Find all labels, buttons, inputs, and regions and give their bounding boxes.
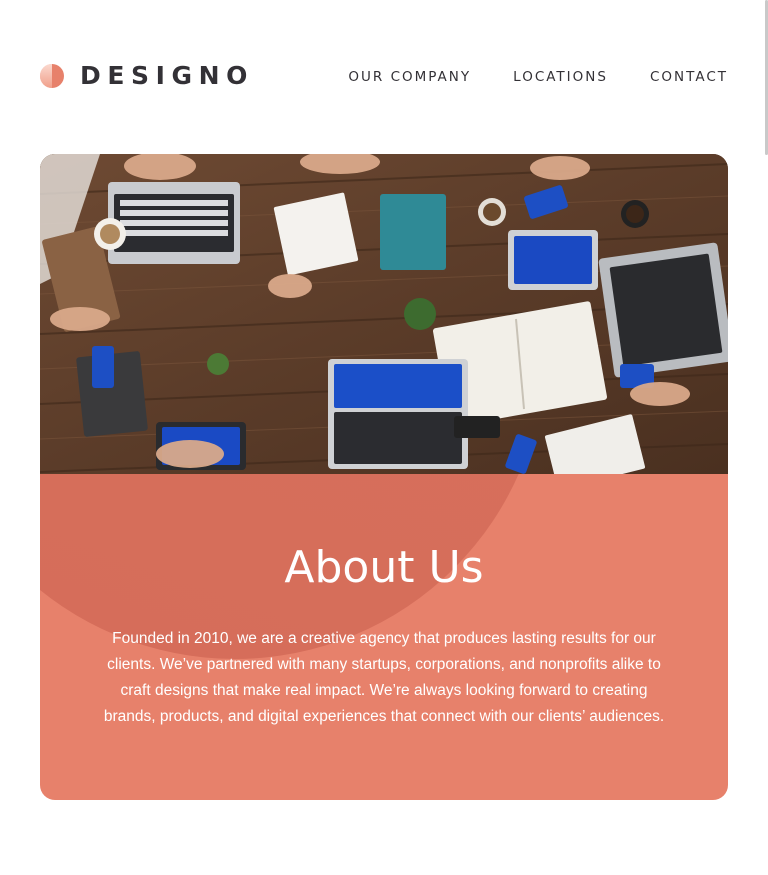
about-description: Founded in 2010, we are a creative agenc… [103,630,665,725]
team-meeting-photo [40,154,728,474]
logo-wordmark: DESIGNO [80,61,255,90]
main-nav: OUR COMPANY LOCATIONS CONTACT [306,68,728,86]
logo-link[interactable]: DESIGNO [40,62,254,90]
nav-link-locations[interactable]: LOCATIONS [513,68,608,86]
site-header: DESIGNO OUR COMPANY LOCATIONS CONTACT [40,62,728,90]
nav-link-contact[interactable]: CONTACT [650,68,728,86]
about-us-card: About Us Founded in 2010, we are a creat… [40,474,728,800]
half-circle-logo-icon [40,64,64,88]
nav-link-our-company[interactable]: OUR COMPANY [348,68,471,86]
about-title: About Us [284,542,484,593]
